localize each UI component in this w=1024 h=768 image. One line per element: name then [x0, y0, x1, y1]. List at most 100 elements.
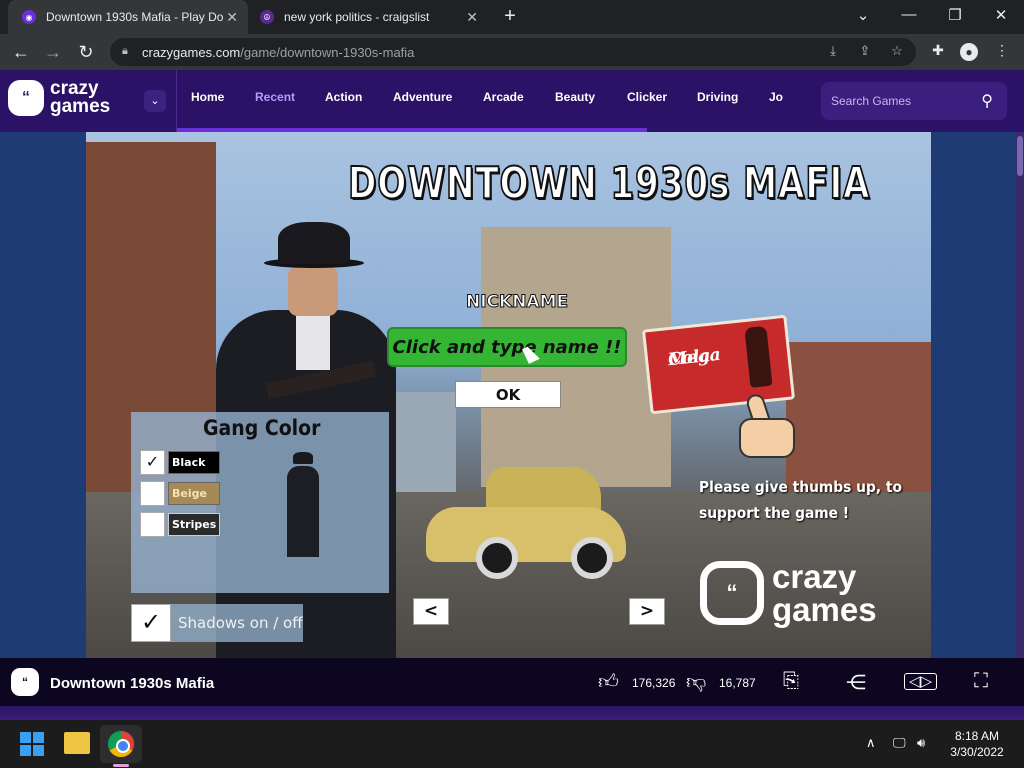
game-name: Downtown 1930s Mafia — [50, 675, 215, 692]
prev-arrow-button[interactable]: < — [413, 598, 449, 625]
nickname-label: NICKNAME — [465, 292, 569, 313]
search-input[interactable] — [831, 92, 961, 110]
minimize-button[interactable]: — — [897, 6, 921, 26]
crazygames-small-logo-icon[interactable]: “ — [11, 668, 39, 696]
profile-button[interactable]: ● — [960, 43, 980, 63]
browser-menu-icon[interactable]: ⋮ — [992, 42, 1012, 62]
gang-option-label: Beige — [168, 482, 220, 505]
nav-adventure[interactable]: Adventure — [393, 90, 452, 104]
fedora-hat — [278, 222, 350, 264]
clock-time: 8:18 AM — [954, 729, 1000, 743]
nav-recent[interactable]: Recent — [255, 90, 295, 104]
crazygames-logo[interactable]: “ crazy games — [8, 79, 111, 117]
gang-option-stripes[interactable]: Stripes — [140, 512, 220, 537]
thumbs-up-icon — [731, 392, 801, 460]
bookmark-star-icon[interactable]: ☆ — [888, 43, 906, 61]
nav-clicker[interactable]: Clicker — [627, 90, 667, 104]
show-hidden-icons-icon[interactable]: ∧ — [866, 735, 876, 751]
ok-button[interactable]: OK — [455, 381, 561, 408]
crazygames-logo-icon: “ — [8, 80, 44, 116]
close-window-button[interactable]: ✕ — [989, 6, 1013, 26]
tab-title: Downtown 1930s Mafia - Play Do — [46, 10, 224, 24]
site-header: “ crazy games ⌄ Home Recent Action Adven… — [0, 70, 1024, 132]
theater-mode-icon[interactable]: ◁▷ — [904, 673, 938, 690]
crazygames-favicon-icon: ◉ — [22, 10, 36, 24]
nickname-input[interactable]: Click and type name !! — [387, 327, 627, 367]
taxi-wheel — [476, 537, 518, 579]
sign-word-2: Cola — [667, 345, 712, 371]
crazygames-watermark-icon: “ — [700, 561, 764, 625]
preview-hat — [293, 452, 313, 464]
tab-crazygames[interactable]: ◉ Downtown 1930s Mafia - Play Do ✕ — [8, 0, 248, 34]
watermark-word-2: games — [772, 591, 877, 628]
page-scrollbar[interactable] — [1016, 132, 1024, 658]
url-host: crazygames.com — [142, 45, 241, 60]
windows-start-icon[interactable] — [20, 732, 44, 756]
active-app-indicator — [113, 764, 129, 767]
share-icon[interactable]: ⇪ — [856, 43, 874, 61]
search-box: ⚲ — [821, 82, 1007, 120]
browser-toolbar: ← → ↻ 🔒︎ crazygames.com/game/downtown-19… — [0, 34, 1024, 70]
gang-option-label: Stripes — [168, 513, 220, 536]
character-shirt — [296, 310, 330, 370]
search-icon[interactable]: ⚲ — [981, 91, 993, 111]
nav-action[interactable]: Action — [325, 90, 362, 104]
back-icon[interactable]: ← — [10, 41, 32, 63]
nav-home[interactable]: Home — [191, 90, 224, 104]
new-tab-button[interactable]: + — [500, 6, 520, 26]
chevron-down-icon[interactable]: ⌄ — [144, 90, 166, 112]
checkbox-black[interactable]: ✓ — [140, 450, 165, 475]
nav-arcade[interactable]: Arcade — [483, 90, 524, 104]
close-tab-icon[interactable]: ✕ — [226, 9, 238, 26]
preview-body — [287, 466, 319, 557]
nav-jo[interactable]: Jo — [769, 90, 783, 104]
checkbox-stripes[interactable] — [140, 512, 165, 537]
gang-option-label: Black — [168, 451, 220, 474]
windows-taskbar: ∧ 🖵︎ 🔊︎ 8:18 AM 3/30/2022 — [0, 720, 1024, 768]
report-icon[interactable]: ⎘ — [783, 670, 799, 693]
logo-word-2: games — [50, 96, 111, 117]
gang-color-panel: Gang Color ✓ Black Beige Stripes — [131, 412, 389, 593]
game-canvas[interactable]: DOWNTOWN 1930s MAFIA Mega Cola NICKNAME C… — [86, 132, 931, 658]
thumbs-down-button-icon[interactable]: 👎︎ — [686, 670, 706, 694]
next-arrow-button[interactable]: > — [629, 598, 665, 625]
profile-avatar-icon: ● — [960, 43, 978, 61]
thumbs-up-button-icon[interactable]: 👍︎ — [598, 670, 619, 694]
header-divider — [176, 70, 177, 132]
thumbs-up-message: Please give thumbs up, to support the ga… — [699, 478, 903, 522]
nav-driving[interactable]: Driving — [697, 90, 738, 104]
checkbox-beige[interactable] — [140, 481, 165, 506]
extensions-icon[interactable]: ✚ — [928, 42, 948, 62]
character-face — [288, 266, 338, 316]
game-title: DOWNTOWN 1930s MAFIA — [347, 157, 871, 210]
gang-option-black[interactable]: ✓ Black — [140, 450, 220, 475]
close-tab-icon[interactable]: ✕ — [466, 9, 478, 26]
page-bottom-band — [0, 706, 1024, 720]
forward-icon[interactable]: → — [42, 41, 64, 63]
shadows-toggle[interactable]: ✓ Shadows on / off — [131, 604, 303, 642]
scrollbar-thumb[interactable] — [1017, 136, 1023, 176]
tab-craigslist[interactable]: ☮ new york politics - craigslist ✕ — [248, 0, 488, 34]
chrome-icon[interactable] — [107, 730, 135, 758]
shadows-checkbox[interactable]: ✓ — [131, 604, 171, 642]
system-clock[interactable]: 8:18 AM 3/30/2022 — [942, 728, 1012, 760]
share-icon[interactable]: ⋲ — [846, 670, 866, 695]
fullscreen-icon[interactable]: ⛶ — [974, 670, 988, 693]
reload-icon[interactable]: ↻ — [75, 41, 97, 63]
clock-date: 3/30/2022 — [950, 745, 1004, 759]
watermark-text: crazy games — [772, 560, 877, 626]
file-explorer-icon[interactable] — [64, 732, 90, 754]
restore-button[interactable]: ❐ — [943, 6, 967, 26]
url-text[interactable]: crazygames.com/game/downtown-1930s-mafia — [142, 45, 414, 60]
lock-icon[interactable]: 🔒︎ — [122, 45, 132, 57]
address-bar[interactable]: 🔒︎ crazygames.com/game/downtown-1930s-ma… — [110, 38, 916, 66]
nav-beauty[interactable]: Beauty — [555, 90, 595, 104]
tab-search-icon[interactable]: ⌄ — [851, 6, 875, 26]
shadows-label: Shadows on / off — [178, 614, 303, 632]
volume-icon[interactable]: 🔊︎ — [917, 735, 925, 751]
gang-option-beige[interactable]: Beige — [140, 481, 220, 506]
install-app-icon[interactable]: ⤓ — [824, 43, 842, 61]
url-path: /game/downtown-1930s-mafia — [240, 45, 415, 60]
logo-wordmark: crazy games — [50, 79, 111, 117]
network-icon[interactable]: 🖵︎ — [893, 735, 906, 751]
